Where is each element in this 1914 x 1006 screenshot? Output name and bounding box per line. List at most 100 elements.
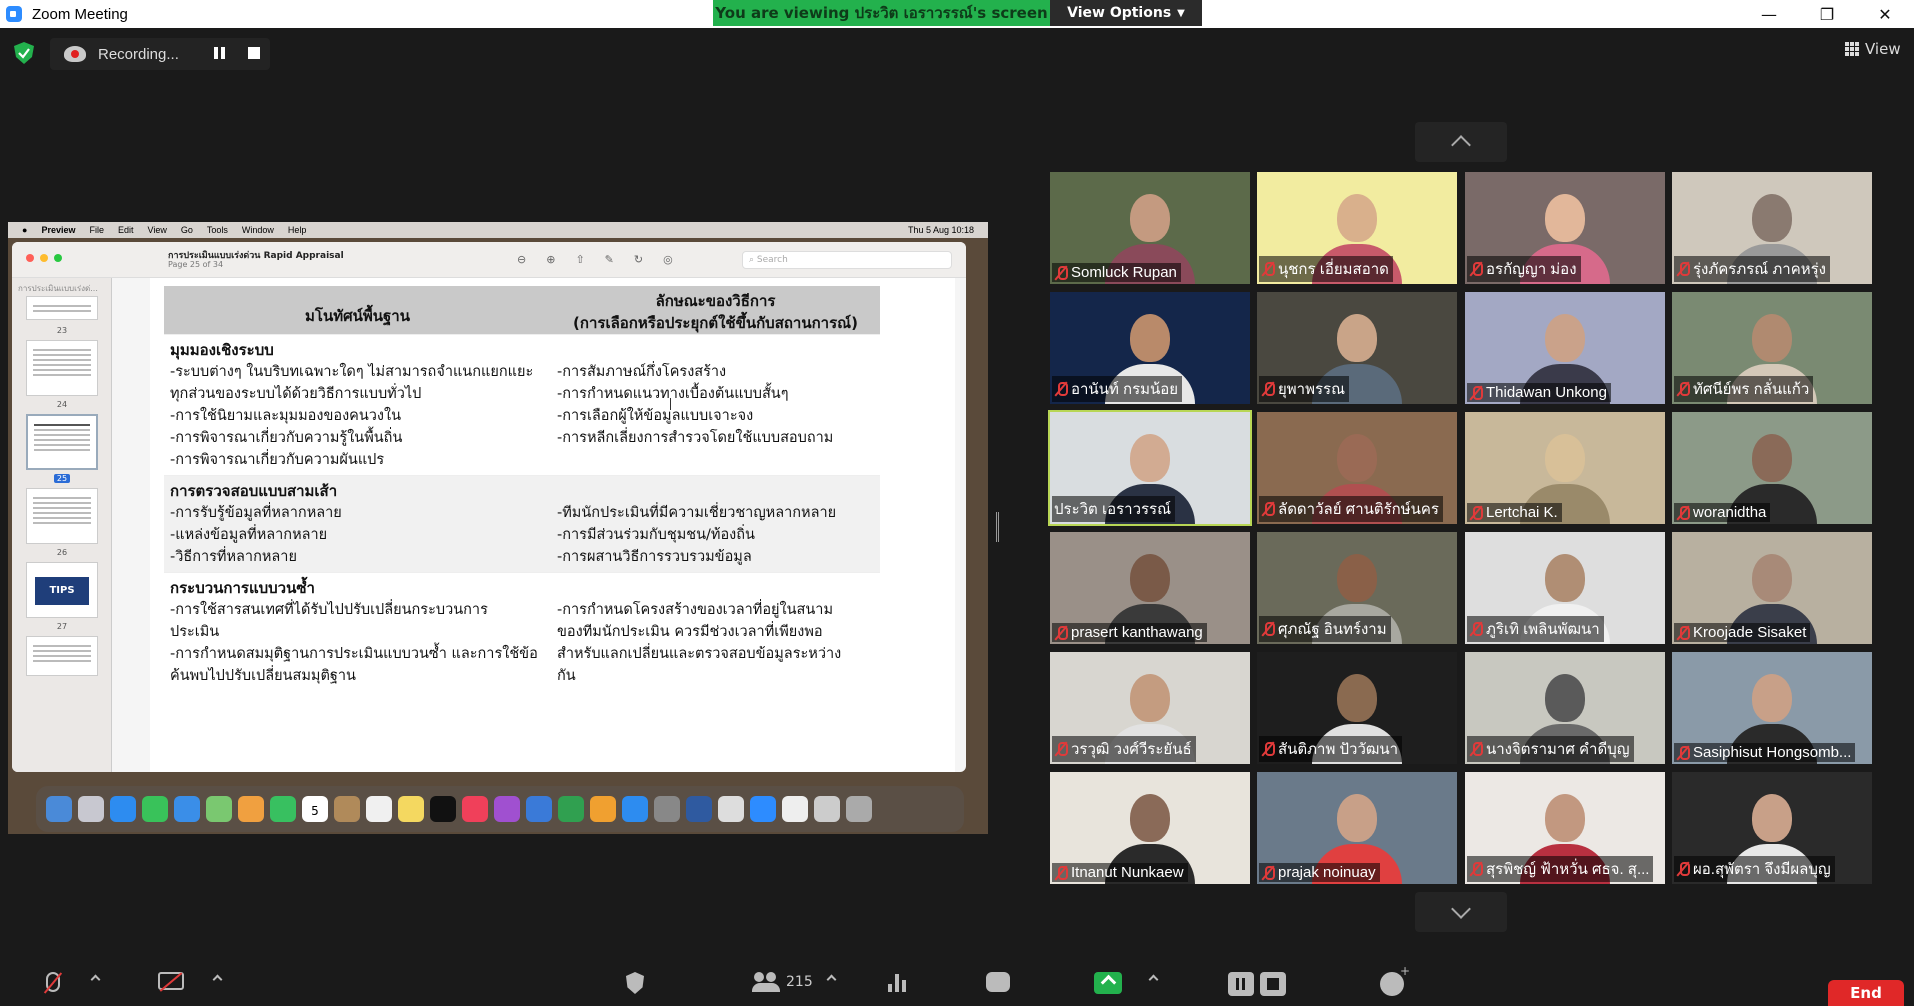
- participant-tile[interactable]: prajak noinuay: [1257, 772, 1457, 884]
- downloads-icon: [814, 796, 840, 822]
- security-icon: [626, 972, 644, 994]
- participant-tile[interactable]: Itnanut Nunkaew: [1050, 772, 1250, 884]
- photos-icon: [238, 796, 264, 822]
- gallery-prev-page-button[interactable]: [1415, 122, 1507, 162]
- preview-window: การประเมินแบบเร่งด่วน Rapid Appraisal Pa…: [12, 242, 966, 772]
- row-text: -ระบบต่างๆ ในบริบทเฉพาะใดๆ ไม่สามารถจำแน…: [170, 364, 534, 380]
- share-options-caret[interactable]: [1148, 972, 1159, 985]
- participant-tile[interactable]: ภูริเทิ เพลินพัฒนา: [1465, 532, 1665, 644]
- participant-tile[interactable]: ประวิต เอราวรรณ์: [1048, 410, 1252, 526]
- row-text: ของทีมนักประเมิน ควรมีช่วงเวลาที่เพียงพอ: [557, 624, 823, 640]
- participant-tile[interactable]: ผอ.สุพัตรา จึงมีผลบุญ: [1672, 772, 1872, 884]
- participant-tile[interactable]: รุ่งภัครภรณ์ ภาคหรุ่ง: [1672, 172, 1872, 284]
- finder-icon: [46, 796, 72, 822]
- participant-name-label: Thidawan Unkong: [1467, 383, 1611, 402]
- participant-tile[interactable]: ศุภณัฐ อินทร์งาม: [1257, 532, 1457, 644]
- restore-button[interactable]: ❐: [1798, 0, 1856, 28]
- participant-face: [1337, 554, 1377, 602]
- participant-tile[interactable]: สันติภาพ ปัววัฒนา: [1257, 652, 1457, 764]
- participant-tile[interactable]: ยุพาพรรณ: [1257, 292, 1457, 404]
- participants-options-caret[interactable]: [826, 972, 837, 985]
- start-video-button[interactable]: [158, 972, 184, 990]
- participant-tile[interactable]: Lertchai K.: [1465, 412, 1665, 524]
- audio-options-caret[interactable]: [90, 972, 101, 985]
- participant-tile[interactable]: Sasiphisut Hongsomb...: [1672, 652, 1872, 764]
- security-shield-icon[interactable]: [14, 42, 34, 64]
- pause-recording-toolbar-button[interactable]: [1228, 972, 1254, 996]
- participant-face: [1545, 554, 1585, 602]
- participants-button[interactable]: 215: [752, 972, 813, 992]
- polls-button[interactable]: [888, 972, 908, 992]
- polls-icon: [888, 972, 908, 992]
- participant-face: [1337, 194, 1377, 242]
- participant-face: [1545, 194, 1585, 242]
- unmute-button[interactable]: [46, 972, 60, 992]
- participant-tile[interactable]: นางจิตรามาศ คำดีบุญ: [1465, 652, 1665, 764]
- participant-tile[interactable]: Somluck Rupan: [1050, 172, 1250, 284]
- row-text: กัน: [557, 668, 576, 684]
- row-text: -แหล่งข้อมูลที่หลากหลาย: [170, 527, 328, 543]
- gallery-next-page-button[interactable]: [1415, 892, 1507, 932]
- participant-face: [1337, 794, 1377, 842]
- chat-button[interactable]: [986, 972, 1010, 992]
- row-text: ทุกส่วนของระบบได้ด้วยวิธีการแบบทั่วไป: [170, 386, 422, 402]
- share-screen-button[interactable]: [1094, 972, 1122, 994]
- search-placeholder: Search: [756, 255, 788, 265]
- participant-name-label: prasert kanthawang: [1052, 623, 1207, 642]
- participant-tile[interactable]: prasert kanthawang: [1050, 532, 1250, 644]
- microphone-muted-icon: [46, 972, 60, 992]
- row-text: -การกำหนดโครงสร้างของเวลาที่อยู่ในสนาม: [557, 602, 834, 618]
- participant-tile[interactable]: Kroojade Sisaket: [1672, 532, 1872, 644]
- participant-tile[interactable]: สุรพิชญ์ ฟ้าหวั่น ศธจ. สุ...: [1465, 772, 1665, 884]
- participant-tile[interactable]: woranidtha: [1672, 412, 1872, 524]
- participant-tile[interactable]: Thidawan Unkong: [1465, 292, 1665, 404]
- shared-screen[interactable]: ● Preview File Edit View Go Tools Window…: [8, 222, 988, 834]
- video-options-caret[interactable]: [212, 972, 223, 985]
- participant-name-label: Itnanut Nunkaew: [1052, 863, 1188, 882]
- view-options-button[interactable]: View Options ▼: [1050, 0, 1202, 26]
- menu-view: View: [147, 225, 167, 235]
- participant-name-label: Sasiphisut Hongsomb...: [1674, 743, 1856, 762]
- participant-tile[interactable]: วรวุฒิ วงศ์วีระยันธ์: [1050, 652, 1250, 764]
- stop-icon: [1260, 972, 1286, 996]
- participant-face: [1752, 314, 1792, 362]
- reactions-icon: [1380, 964, 1410, 996]
- participant-name: นุชกร เอี่ยมสอาด: [1278, 261, 1389, 278]
- participant-name-label: ยุพาพรรณ: [1259, 376, 1350, 402]
- mic-muted-icon: [1054, 382, 1068, 396]
- panel-resize-handle[interactable]: [996, 512, 999, 542]
- view-layout-button[interactable]: View: [1845, 40, 1901, 58]
- security-button[interactable]: [626, 972, 644, 994]
- text-cursor-icon: [670, 398, 672, 410]
- page-number: 24: [56, 400, 68, 409]
- mic-muted-icon: [1261, 502, 1275, 516]
- participant-name-label: woranidtha: [1674, 503, 1771, 522]
- participant-tile[interactable]: อานันท์ กรมน้อย: [1050, 292, 1250, 404]
- participant-face: [1545, 674, 1585, 722]
- caret-up-icon: [212, 974, 223, 985]
- minimize-button[interactable]: —: [1740, 0, 1798, 28]
- participant-name: สันติภาพ ปัววัฒนา: [1278, 741, 1399, 758]
- end-meeting-button[interactable]: End: [1828, 980, 1904, 1006]
- participant-tile[interactable]: ลัดดาวัลย์ ศานติรักษ์นคร: [1257, 412, 1457, 524]
- tv-icon: [430, 796, 456, 822]
- participant-tile[interactable]: ทัศนีย์พร กลั่นแก้ว: [1672, 292, 1872, 404]
- row-text: -วิธีการที่หลากหลาย: [170, 549, 297, 565]
- participant-name: ศุภณัฐ อินทร์งาม: [1278, 621, 1387, 638]
- participant-name: ทัศนีย์พร กลั่นแก้ว: [1693, 381, 1810, 398]
- mic-muted-icon: [1676, 625, 1690, 640]
- participant-name: Lertchai K.: [1486, 504, 1558, 521]
- stop-recording-button[interactable]: [248, 47, 260, 59]
- word-icon: [686, 796, 712, 822]
- close-button[interactable]: ✕: [1856, 0, 1914, 28]
- stop-recording-toolbar-button[interactable]: [1260, 972, 1286, 996]
- participant-face: [1130, 194, 1170, 242]
- participant-name-label: ลัดดาวัลย์ ศานติรักษ์นคร: [1259, 496, 1443, 522]
- participant-tile[interactable]: นุชกร เอี่ยมสอาด: [1257, 172, 1457, 284]
- participant-name: Somluck Rupan: [1071, 264, 1177, 281]
- reactions-button[interactable]: [1380, 964, 1410, 996]
- participant-tile[interactable]: อรกัญญา ม่อง: [1465, 172, 1665, 284]
- page-thumbnail: [26, 340, 98, 396]
- participant-name-label: Kroojade Sisaket: [1674, 623, 1811, 642]
- pause-recording-button[interactable]: [214, 47, 228, 61]
